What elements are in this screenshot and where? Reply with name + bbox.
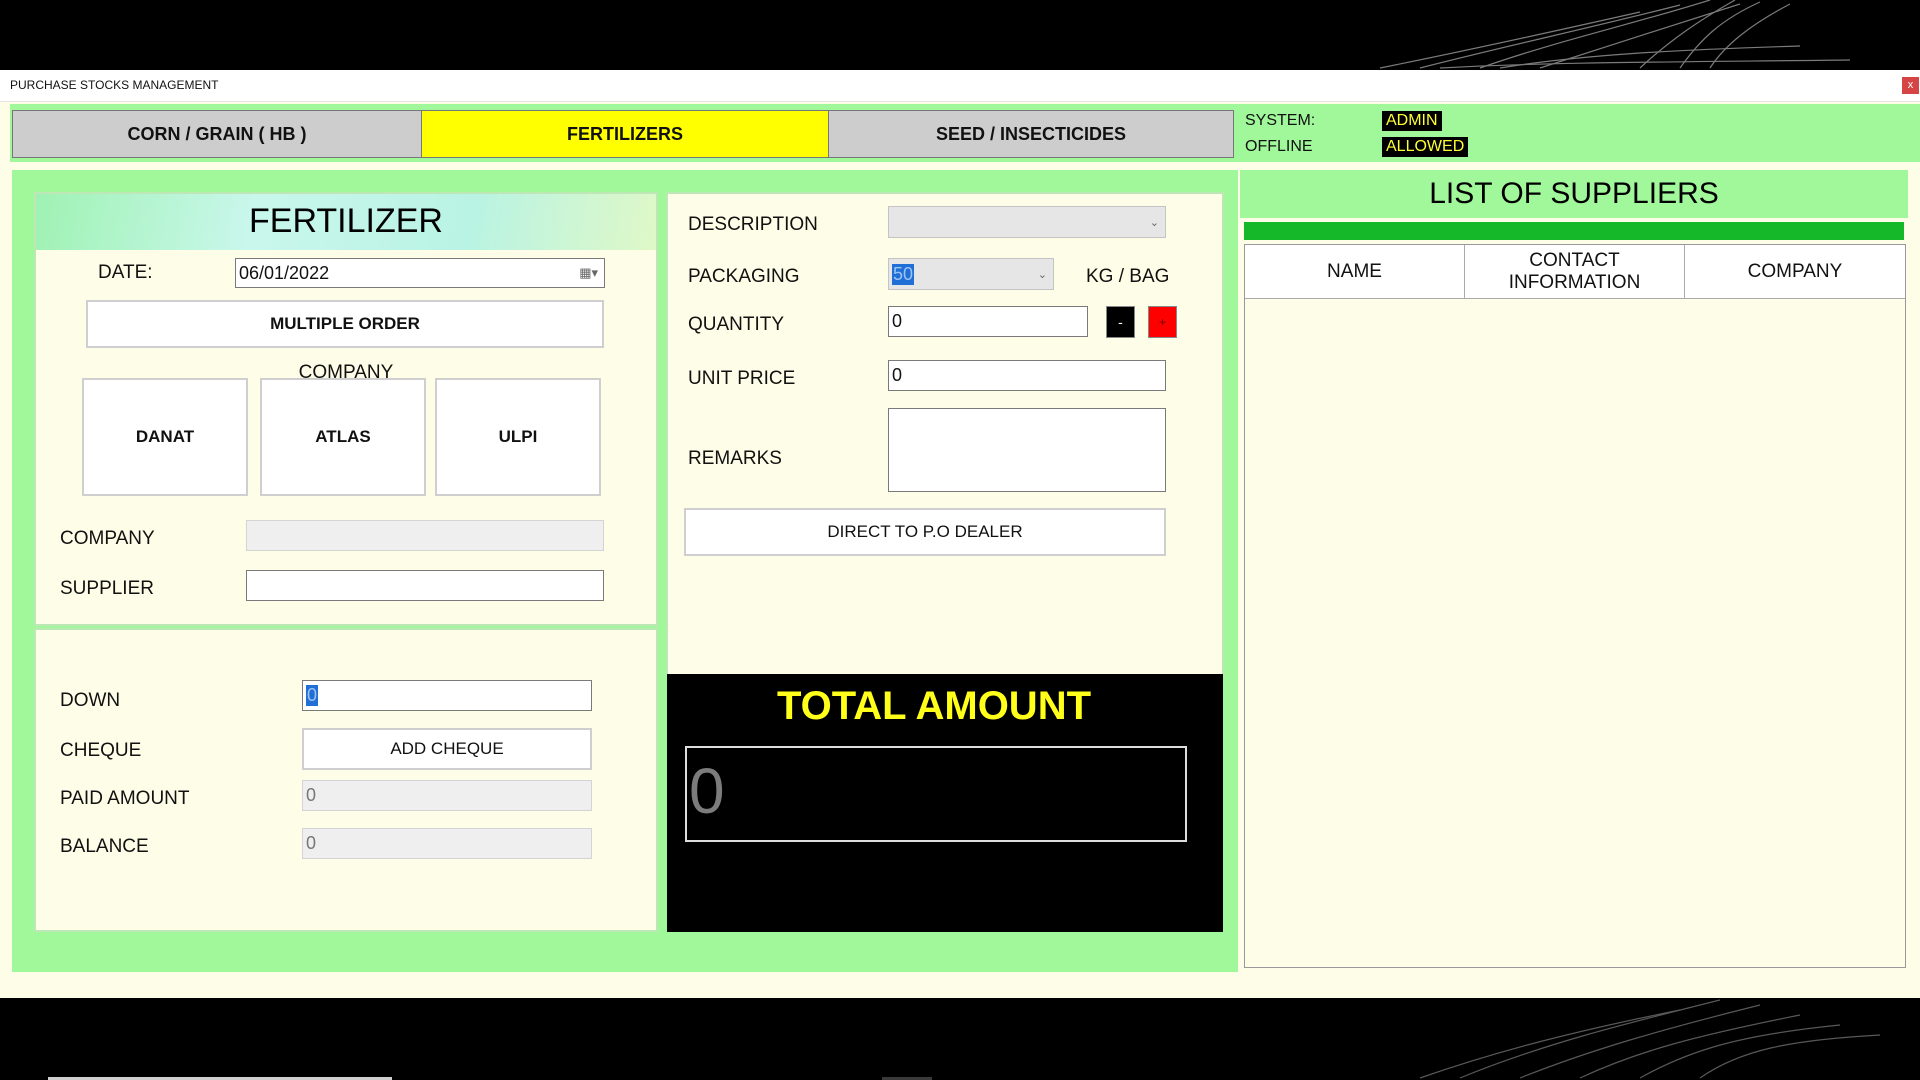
column-header-name[interactable]: NAME <box>1245 245 1465 299</box>
tab-fertilizers[interactable]: FERTILIZERS <box>422 111 829 157</box>
supplier-field[interactable] <box>246 570 604 601</box>
paid-amount-field[interactable]: 0 <box>302 780 592 811</box>
chevron-down-icon[interactable]: ⌄ <box>1038 268 1047 281</box>
desktop-wallpaper-top <box>1380 0 1920 70</box>
paid-amount-label: PAID AMOUNT <box>60 788 190 809</box>
total-amount-panel: TOTAL AMOUNT 0 <box>667 674 1223 932</box>
purchase-form-panel: FERTILIZER DATE: 06/01/2022 ▦▾ MULTIPLE … <box>12 170 1238 972</box>
calendar-icon[interactable]: ▦▾ <box>579 265 598 281</box>
total-amount-title: TOTAL AMOUNT <box>776 684 1092 728</box>
multiple-order-button[interactable]: MULTIPLE ORDER <box>86 300 604 348</box>
date-picker[interactable]: 06/01/2022 ▦▾ <box>235 258 605 288</box>
add-cheque-button[interactable]: ADD CHEQUE <box>302 728 592 770</box>
offline-label: OFFLINE <box>1245 138 1313 155</box>
form-title: FERTILIZER <box>249 202 443 240</box>
unit-price-field[interactable]: 0 <box>888 360 1166 391</box>
app-window: PURCHASE STOCKS MANAGEMENT x CORN / GRAI… <box>0 70 1920 998</box>
direct-to-po-dealer-button[interactable]: DIRECT TO P.O DEALER <box>684 508 1166 556</box>
category-tabs: CORN / GRAIN ( HB ) FERTILIZERS SEED / I… <box>12 110 1234 158</box>
balance-field[interactable]: 0 <box>302 828 592 859</box>
quantity-field[interactable]: 0 <box>888 306 1088 337</box>
remarks-field[interactable] <box>888 408 1166 492</box>
column-header-company[interactable]: COMPANY <box>1685 245 1905 299</box>
down-label: DOWN <box>60 690 121 711</box>
packaging-unit: KG / BAG <box>1086 266 1170 287</box>
suppliers-header-bar <box>1244 222 1904 240</box>
balance-label: BALANCE <box>60 836 149 857</box>
item-details-card: DESCRIPTION ⌄ PACKAGING 50 ⌄ KG / BAG QU… <box>666 192 1224 676</box>
company-field[interactable] <box>246 520 604 551</box>
remarks-label: REMARKS <box>688 448 782 469</box>
system-value-badge: ADMIN <box>1382 111 1442 131</box>
window-title: PURCHASE STOCKS MANAGEMENT <box>10 78 219 92</box>
quantity-label: QUANTITY <box>688 314 785 335</box>
date-label: DATE: <box>98 262 153 283</box>
total-amount-display: 0 <box>685 746 1187 842</box>
description-dropdown[interactable]: ⌄ <box>888 206 1166 238</box>
cheque-label: CHEQUE <box>60 740 142 761</box>
system-label: SYSTEM: <box>1245 112 1316 129</box>
description-label: DESCRIPTION <box>688 214 818 235</box>
column-header-contact-information[interactable]: CONTACT INFORMATION <box>1465 245 1685 299</box>
title-bar: PURCHASE STOCKS MANAGEMENT x <box>0 70 1920 102</box>
chevron-down-icon[interactable]: ⌄ <box>1150 216 1159 229</box>
packaging-label: PACKAGING <box>688 266 800 287</box>
down-payment-field[interactable]: 0 <box>302 680 592 711</box>
tab-corn-grain[interactable]: CORN / GRAIN ( HB ) <box>13 111 422 157</box>
packaging-dropdown[interactable]: 50 ⌄ <box>888 258 1054 290</box>
fertilizer-card: FERTILIZER DATE: 06/01/2022 ▦▾ MULTIPLE … <box>34 192 658 626</box>
total-amount-value: 0 <box>689 755 725 827</box>
offline-value-badge: ALLOWED <box>1382 137 1469 157</box>
date-value: 06/01/2022 <box>239 262 330 283</box>
quantity-increment-button[interactable]: + <box>1148 306 1177 338</box>
tab-seed-insecticides[interactable]: SEED / INSECTICIDES <box>829 111 1233 157</box>
desktop-wallpaper-bottom <box>1380 990 1920 1080</box>
close-icon[interactable]: x <box>1902 77 1919 94</box>
company-button-atlas[interactable]: ATLAS <box>260 378 426 496</box>
company-label: COMPANY <box>60 528 155 549</box>
down-payment-value: 0 <box>306 685 319 706</box>
suppliers-title: LIST OF SUPPLIERS <box>1240 170 1908 218</box>
unit-price-label: UNIT PRICE <box>688 368 796 389</box>
company-button-ulpi[interactable]: ULPI <box>435 378 601 496</box>
suppliers-table[interactable]: NAME CONTACT INFORMATION COMPANY <box>1244 244 1906 968</box>
payment-card: DOWN 0 CHEQUE ADD CHEQUE PAID AMOUNT 0 B… <box>34 628 658 932</box>
company-button-danat[interactable]: DANAT <box>82 378 248 496</box>
supplier-label: SUPPLIER <box>60 578 154 599</box>
quantity-decrement-button[interactable]: - <box>1106 306 1135 338</box>
suppliers-panel: LIST OF SUPPLIERS NAME CONTACT INFORMATI… <box>1240 170 1908 970</box>
packaging-value: 50 <box>892 264 915 285</box>
